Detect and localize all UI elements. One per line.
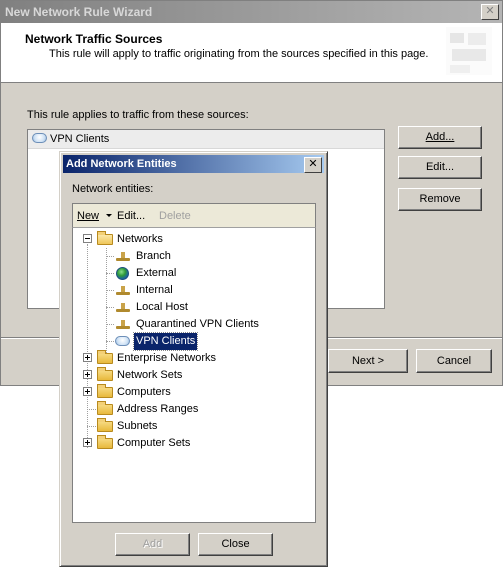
tree-node-subnets[interactable]: Subnets: [73, 418, 313, 435]
tree-node-label: Networks: [117, 233, 163, 245]
add-source-button[interactable]: Add...: [398, 126, 482, 149]
dialog-close-button[interactable]: ✕: [304, 157, 322, 173]
expand-icon[interactable]: [83, 438, 92, 447]
add-source-button-label: Add...: [425, 131, 455, 143]
tree-node-networks[interactable]: Networks: [73, 231, 313, 248]
collapse-icon[interactable]: [83, 234, 92, 243]
tree-node-label: Computers: [117, 386, 171, 398]
wizard-page-subheading: This rule will apply to traffic originat…: [49, 48, 429, 60]
network-icon: [115, 300, 131, 314]
tree-connector: [106, 290, 114, 291]
cancel-button-label: Cancel: [436, 355, 472, 367]
tree-node-internal[interactable]: Internal: [73, 282, 313, 299]
close-dialog-button-label: Close: [221, 538, 250, 550]
sources-label: This rule applies to traffic from these …: [27, 109, 249, 121]
tree-connector: [106, 273, 114, 274]
chevron-down-icon[interactable]: [106, 214, 112, 217]
tree-node-enterprise-networks[interactable]: Enterprise Networks: [73, 350, 313, 367]
tree-connector: [106, 324, 114, 325]
wizard-title: New Network Rule Wizard: [5, 5, 153, 19]
remove-source-button[interactable]: Remove: [398, 188, 482, 211]
tree-node-label: Address Ranges: [117, 403, 199, 415]
vpn-clients-cloud-icon: [115, 336, 130, 346]
tree-node-label: Local Host: [136, 301, 188, 313]
entities-toolbar: New Edit... Delete: [72, 203, 316, 228]
dialog-title: Add Network Entities: [66, 158, 177, 170]
cancel-button[interactable]: Cancel: [416, 349, 492, 373]
tree-connector: [106, 307, 114, 308]
tree-node-network-sets[interactable]: Network Sets: [73, 367, 313, 384]
edit-source-button[interactable]: Edit...: [398, 156, 482, 179]
edit-source-button-label: Edit...: [425, 161, 455, 173]
expand-icon[interactable]: [83, 370, 92, 379]
close-dialog-button[interactable]: Close: [198, 533, 273, 556]
wizard-close-button[interactable]: ✕: [481, 4, 499, 20]
tree-node-label: VPN Clients: [132, 332, 199, 351]
tree-node-external[interactable]: External: [73, 265, 313, 282]
folder-icon: [97, 350, 113, 364]
tree-node-branch[interactable]: Branch: [73, 248, 313, 265]
network-icon: [115, 249, 131, 263]
tree-connector: [87, 426, 96, 427]
list-item-label: VPN Clients: [50, 133, 110, 145]
tree-connector: [106, 256, 114, 257]
tree-node-label: Quarantined VPN Clients: [136, 318, 259, 330]
tree-node-label: Computer Sets: [117, 437, 191, 449]
network-entities-tree[interactable]: Networks Branch External Internal Local …: [72, 227, 316, 523]
folder-icon: [97, 367, 113, 381]
dialog-title-bar: Add Network Entities ✕: [63, 155, 324, 173]
network-entities-label: Network entities:: [72, 183, 154, 195]
tree-node-vpn-clients[interactable]: VPN Clients: [73, 332, 313, 351]
tree-node-label: Network Sets: [117, 369, 183, 381]
expand-icon[interactable]: [83, 387, 92, 396]
tree-node-quarantined-vpn-clients[interactable]: Quarantined VPN Clients: [73, 316, 313, 333]
network-icon: [115, 317, 131, 331]
folder-icon: [97, 435, 113, 449]
add-entity-button[interactable]: Add: [115, 533, 190, 556]
tree-node-computers[interactable]: Computers: [73, 384, 313, 401]
folder-icon: [97, 401, 113, 415]
remove-source-button-label: Remove: [419, 193, 461, 205]
tree-connector: [87, 409, 96, 410]
vpn-clients-cloud-icon: [32, 133, 47, 143]
folder-open-icon: [97, 231, 113, 245]
tree-node-label: Branch: [136, 250, 171, 262]
new-menu-button[interactable]: New: [77, 210, 99, 222]
folder-icon: [97, 418, 113, 432]
globe-icon: [116, 267, 129, 280]
wizard-title-bar: New Network Rule Wizard ✕: [1, 1, 502, 23]
tree-connector: [106, 341, 114, 342]
network-icon: [115, 283, 131, 297]
wizard-header-graphic-icon: [446, 27, 492, 75]
tree-node-computer-sets[interactable]: Computer Sets: [73, 435, 313, 452]
add-network-entities-dialog: Add Network Entities ✕ Network entities:…: [59, 151, 328, 567]
tree-node-label: Internal: [136, 284, 173, 296]
expand-icon[interactable]: [83, 353, 92, 362]
tree-node-label: Subnets: [117, 420, 158, 432]
add-entity-button-label: Add: [142, 538, 163, 550]
wizard-header-panel: Network Traffic Sources This rule will a…: [1, 23, 502, 83]
tree-node-label: External: [136, 267, 177, 279]
delete-entity-button[interactable]: Delete: [159, 210, 191, 222]
next-button-label: Next >: [351, 355, 385, 367]
folder-icon: [97, 384, 113, 398]
next-button[interactable]: Next >: [328, 349, 408, 373]
tree-node-label: Enterprise Networks: [117, 352, 217, 364]
tree-node-local-host[interactable]: Local Host: [73, 299, 313, 316]
tree-node-address-ranges[interactable]: Address Ranges: [73, 401, 313, 418]
edit-entity-button[interactable]: Edit...: [117, 210, 145, 222]
list-item[interactable]: VPN Clients: [28, 130, 384, 149]
wizard-page-heading: Network Traffic Sources: [25, 32, 163, 46]
